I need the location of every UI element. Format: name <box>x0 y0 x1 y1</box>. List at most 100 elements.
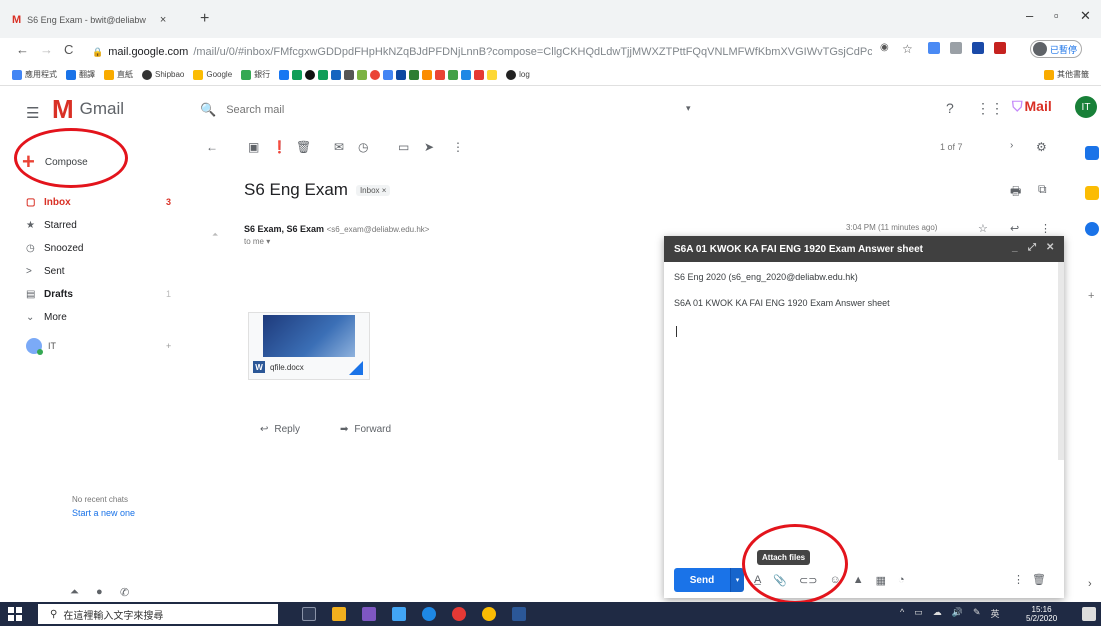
site-icon[interactable] <box>305 69 316 80</box>
extension-icon[interactable] <box>972 42 984 54</box>
forward-button[interactable]: ➡ Forward <box>340 424 391 435</box>
browser-tab[interactable]: M S6 Eng Exam - bwit@deliabw × <box>12 6 202 34</box>
person-icon[interactable]: ⏶ <box>70 586 79 599</box>
fullscreen-compose-icon[interactable]: ⤢ <box>1028 242 1036 253</box>
settings-gear-icon[interactable]: ⚙ <box>1036 140 1047 154</box>
confidential-mode-icon[interactable]: ◔ <box>898 574 905 587</box>
back-icon[interactable]: ← <box>16 42 29 57</box>
gmail-logo[interactable]: M Gmail <box>52 96 124 122</box>
tray-up-icon[interactable]: ^ <box>900 607 904 620</box>
bookmark-shipbao[interactable]: Shipbao <box>142 69 184 80</box>
sidebar-item-inbox[interactable]: ▢ Inbox 3 <box>26 192 196 212</box>
reload-icon[interactable]: C <box>64 42 73 57</box>
minimize-compose-icon[interactable]: _ <box>1012 242 1018 253</box>
sidebar-item-more[interactable]: ⌄ More <box>26 307 196 327</box>
ime-indicator[interactable]: 英 <box>991 607 1000 620</box>
sidebar-item-drafts[interactable]: ▤ Drafts 1 <box>26 284 196 304</box>
compose-more-options-icon[interactable]: ⋮ <box>1013 573 1024 586</box>
compose-scrollbar[interactable] <box>1058 262 1064 460</box>
bookmark-star-icon[interactable]: ☆ <box>902 42 913 56</box>
apps-icon[interactable]: ⋮⋮ <box>976 100 1004 117</box>
star-message-icon[interactable]: ☆ <box>978 222 988 235</box>
reply-icon[interactable]: ↩ <box>1010 222 1019 235</box>
side-panel-toggle-icon[interactable]: › <box>1088 578 1092 590</box>
search-icon[interactable]: 🔍 <box>200 102 216 118</box>
account-avatar[interactable]: IT <box>1075 96 1097 118</box>
pen-icon[interactable]: ✎ <box>973 607 981 620</box>
volume-icon[interactable]: 🔊 <box>952 607 963 620</box>
report-spam-icon[interactable]: ❗ <box>272 140 287 154</box>
hangouts-user[interactable]: IT + <box>26 336 186 356</box>
file-explorer-icon[interactable] <box>332 607 346 621</box>
bookmark-google[interactable]: Google <box>193 69 232 80</box>
bookmark-paper[interactable]: 直紙 <box>104 69 133 80</box>
opera-browser-icon[interactable] <box>452 607 466 621</box>
extension-icon[interactable] <box>950 42 962 54</box>
mark-unread-icon[interactable]: ✉ <box>334 140 344 154</box>
taskbar-clock[interactable]: 15:16 5/2/2020 <box>1026 605 1057 623</box>
search-options-icon[interactable]: ▾ <box>686 103 691 114</box>
site-icon[interactable] <box>318 69 329 80</box>
recipients-field[interactable]: S6 Eng 2020 (s6_eng_2020@deliabw.edu.hk) <box>674 272 858 282</box>
phone-icon[interactable]: ✆ <box>120 586 129 599</box>
tab-close-icon[interactable]: × <box>160 14 166 26</box>
bookmark-apps[interactable]: 應用程式 <box>12 69 57 80</box>
archive-icon[interactable]: ▣ <box>248 140 259 154</box>
site-icon[interactable] <box>409 69 420 80</box>
search-input[interactable] <box>226 104 667 116</box>
app-icon[interactable] <box>392 607 406 621</box>
tasks-icon[interactable] <box>1085 222 1099 236</box>
back-to-inbox-icon[interactable]: ← <box>206 140 218 154</box>
body-text-cursor[interactable] <box>676 326 677 337</box>
print-icon[interactable]: 🖶 <box>1010 182 1021 203</box>
compose-subject-field[interactable]: S6A 01 KWOK KA FAI ENG 1920 Exam Answer … <box>674 298 890 308</box>
pdf-extension-icon[interactable] <box>994 42 1006 54</box>
add-chat-icon[interactable]: + <box>166 341 171 351</box>
inbox-label-chip[interactable]: Inbox × <box>355 184 391 196</box>
sheets-icon[interactable] <box>292 69 303 80</box>
ie-browser-icon[interactable] <box>422 607 436 621</box>
recipient-details-toggle[interactable]: to me ▾ <box>244 237 270 246</box>
notification-center-icon[interactable] <box>1082 607 1096 621</box>
profile-paused-button[interactable]: 已暫停 <box>1030 40 1082 58</box>
sender-names[interactable]: S6 Exam, S6 Exam <box>244 224 324 234</box>
site-icon[interactable] <box>344 69 355 80</box>
bookmark-log[interactable]: log <box>506 69 530 80</box>
site-icon[interactable] <box>435 69 446 80</box>
reply-button[interactable]: ↩ Reply <box>260 424 300 435</box>
attachment-card[interactable]: W qfile.docx <box>248 312 370 380</box>
label-icon[interactable]: ➤ <box>424 140 434 154</box>
site-icon[interactable] <box>383 69 394 80</box>
next-page-icon[interactable]: › <box>1010 140 1013 151</box>
site-icon[interactable] <box>487 69 498 80</box>
site-icon[interactable] <box>396 69 407 80</box>
forward-icon[interactable]: → <box>40 42 53 57</box>
windows-start-icon[interactable] <box>8 607 22 621</box>
word-app-icon[interactable] <box>512 607 526 621</box>
more-options-icon[interactable]: ⋮ <box>452 140 464 154</box>
url-field[interactable]: 🔒 mail.google.com/mail/u/0/#inbox/FMfcgx… <box>92 43 872 61</box>
site-icon[interactable] <box>370 69 381 80</box>
discard-draft-icon[interactable]: 🗑 <box>1032 573 1046 586</box>
chrome-browser-icon[interactable] <box>482 607 496 621</box>
taskbar-search-box[interactable]: ⚲ 在這裡輸入文字來搜尋 <box>38 604 278 624</box>
send-button[interactable]: Send <box>674 568 730 592</box>
site-icon[interactable] <box>448 69 459 80</box>
delete-icon[interactable]: 🗑 <box>296 140 311 154</box>
help-icon[interactable]: ? <box>946 100 954 116</box>
battery-icon[interactable]: ▭ <box>914 607 923 620</box>
task-view-icon[interactable] <box>302 607 316 621</box>
sidebar-item-starred[interactable]: ★ Starred <box>26 215 196 235</box>
site-icon[interactable] <box>461 69 472 80</box>
bookmark-bank[interactable]: 銀行 <box>241 69 270 80</box>
extension-icon[interactable] <box>928 42 940 54</box>
hangouts-icon[interactable]: ● <box>96 586 103 598</box>
cloud-icon[interactable]: ☁ <box>933 607 942 620</box>
bookmark-other[interactable]: 其他書籤 <box>1044 69 1089 80</box>
site-icon[interactable] <box>357 69 368 80</box>
window-close-icon[interactable]: ✕ <box>1080 8 1091 24</box>
site-icon[interactable] <box>331 69 342 80</box>
search-bar[interactable]: 🔍 ▾ <box>200 98 700 122</box>
drive-icon[interactable]: ▲ <box>853 574 864 587</box>
start-new-chat-link[interactable]: Start a new one <box>72 508 135 518</box>
